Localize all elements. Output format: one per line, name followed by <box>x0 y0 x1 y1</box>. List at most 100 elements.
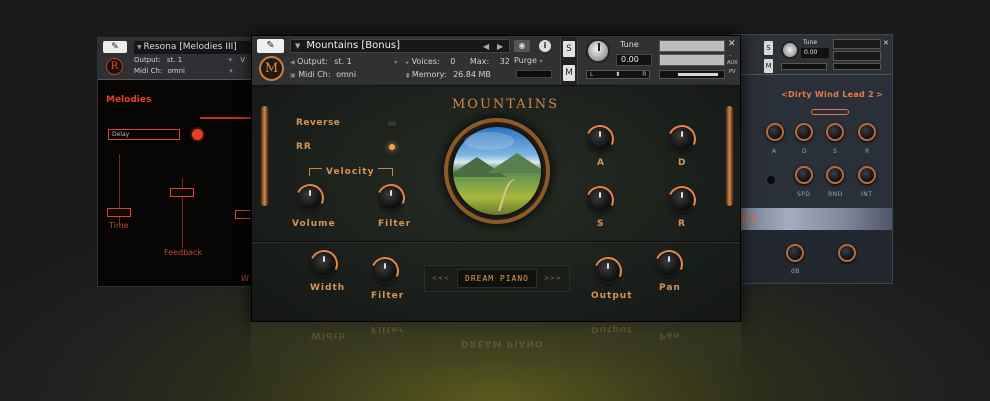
memory-icon: ▮ <box>406 72 410 79</box>
decay-knob[interactable] <box>671 128 693 150</box>
preset-progress-bar <box>811 109 849 115</box>
mute-button[interactable]: M <box>764 59 773 73</box>
pv-label[interactable]: PV <box>729 69 735 75</box>
tune-knob[interactable] <box>586 39 610 63</box>
midi-row[interactable]: ▣ Midi Ch: omni ▾ <box>290 69 410 80</box>
preset-name[interactable]: DREAM PIANO <box>457 269 537 288</box>
width-knob[interactable] <box>313 253 335 275</box>
velocity-label: Velocity <box>322 167 379 177</box>
camera-icon[interactable]: ◉ <box>514 40 530 52</box>
wrench-icon[interactable]: ✎ <box>103 41 127 53</box>
midi-value: omni <box>336 70 357 79</box>
instrument-header: ✎ R ▼ Resona [Melodies III] Output: st. … <box>98 38 256 80</box>
output-value: st. 1 <box>166 56 183 64</box>
purge-menu[interactable]: Purge ▾ <box>514 56 542 65</box>
reverse-toggle[interactable] <box>388 121 396 126</box>
decay-knob[interactable] <box>795 123 813 141</box>
pan-knob[interactable] <box>658 253 680 275</box>
time-slider-handle[interactable] <box>107 208 131 217</box>
volume-knob[interactable] <box>299 187 321 209</box>
output-label: Output: <box>297 57 328 66</box>
velocity-label-text: Velocity <box>322 167 379 177</box>
right-decor-rail <box>725 106 734 206</box>
filter2-label: Filter <box>371 291 405 301</box>
panel-reflection: Width Filter DREAM PIANO Output Pan <box>251 322 741 401</box>
velocity-filter-knob[interactable] <box>380 187 402 209</box>
preset-prev-button[interactable]: <<< <box>432 275 450 282</box>
output-icon: ◀ <box>290 59 295 66</box>
instrument-title[interactable]: ▼ Mountains [Bonus] ◀ ▶ <box>290 39 510 53</box>
tune-value[interactable]: 0.00 <box>801 48 829 58</box>
midi-dropdown-icon: ▾ <box>229 67 233 75</box>
prev-instrument-icon[interactable]: ◀ <box>483 41 489 53</box>
tune-value[interactable]: 0.00 <box>616 54 652 66</box>
volume-slider[interactable] <box>659 70 725 79</box>
output-knob[interactable] <box>597 260 619 282</box>
output-meter <box>833 39 881 49</box>
tune-knob[interactable] <box>781 41 799 59</box>
preset-display: <<< DREAM PIANO >>> <box>424 265 570 292</box>
shape-knob[interactable] <box>838 244 856 262</box>
memory-row: ▮ Memory: 26.84 MB <box>406 69 491 80</box>
attack-knob[interactable] <box>766 123 784 141</box>
output-row[interactable]: ◀ Output: st. 1 ▾ <box>290 56 397 67</box>
release-label: R <box>678 219 686 229</box>
delay-field[interactable]: Delay <box>108 129 180 140</box>
pan-slider[interactable]: L ⬍ R <box>586 70 650 79</box>
sustain-label: S <box>833 148 838 155</box>
attack-label: A <box>597 158 605 168</box>
wrench-icon[interactable]: ✎ <box>257 39 284 53</box>
release-knob[interactable] <box>671 189 693 211</box>
output-knob-label: Output <box>591 291 633 301</box>
switch-dot[interactable] <box>767 176 775 184</box>
speed-label: SPD <box>797 191 811 198</box>
release-knob[interactable] <box>858 123 876 141</box>
preset-next-button[interactable]: >>> <box>544 275 562 282</box>
instrument-header: S M Tune 0.00 ✕ <box>731 35 892 75</box>
speed-knob[interactable] <box>795 166 813 184</box>
pan-slider[interactable] <box>781 63 827 70</box>
close-icon[interactable]: ✕ <box>883 39 889 47</box>
feedback-slider-handle[interactable] <box>170 188 194 197</box>
aux-label[interactable]: AUX <box>727 60 738 66</box>
sustain-knob[interactable] <box>826 123 844 141</box>
instrument-title[interactable]: ▼ Resona [Melodies III] <box>134 41 256 54</box>
close-icon[interactable]: ✕ <box>728 39 736 49</box>
midi-icon: ▣ <box>290 72 296 79</box>
max-value[interactable]: 32 <box>500 57 510 66</box>
midi-row[interactable]: Midi Ch: omni ▾ <box>134 66 233 76</box>
solo-button[interactable]: S <box>563 41 575 57</box>
next-instrument-icon[interactable]: ▶ <box>497 41 503 53</box>
sustain-knob[interactable] <box>589 189 611 211</box>
partial-w-label: W <box>241 274 249 283</box>
filter-knob[interactable] <box>374 260 396 282</box>
lower-controls <box>731 230 892 283</box>
db-knob[interactable] <box>786 244 804 262</box>
output-meter-right <box>659 54 725 66</box>
feedback-label: Feedback <box>164 248 203 257</box>
intensity-knob[interactable] <box>858 166 876 184</box>
mute-button[interactable]: M <box>563 65 575 81</box>
width-label: Width <box>310 283 346 293</box>
rr-toggle-led[interactable] <box>389 144 395 150</box>
attack-knob[interactable] <box>589 128 611 150</box>
reverse-label: Reverse <box>296 118 341 128</box>
sustain-label: S <box>597 219 605 229</box>
output-row[interactable]: Output: st. 1 ▾ V <box>134 55 245 65</box>
purge-minus-icon[interactable]: – <box>729 53 732 59</box>
artwork-orb <box>444 118 550 224</box>
preset-next-button[interactable]: > <box>876 90 883 99</box>
solo-button[interactable]: S <box>764 41 773 55</box>
output-dropdown-icon: ▾ <box>394 59 398 66</box>
info-icon[interactable]: i <box>539 40 551 52</box>
title-dropdown-icon: ▼ <box>295 42 301 50</box>
max-label: Max: <box>469 57 490 66</box>
pan-handle[interactable]: ⬍ <box>615 71 620 78</box>
random-knob[interactable] <box>826 166 844 184</box>
mountains-logo: M <box>259 56 284 81</box>
db-label: dB <box>791 268 800 275</box>
volume-slider[interactable] <box>833 63 881 70</box>
reflection-preset: DREAM PIANO <box>461 338 544 348</box>
pan-left-label: L <box>590 71 594 78</box>
output-dropdown-icon: ▾ <box>228 56 232 64</box>
